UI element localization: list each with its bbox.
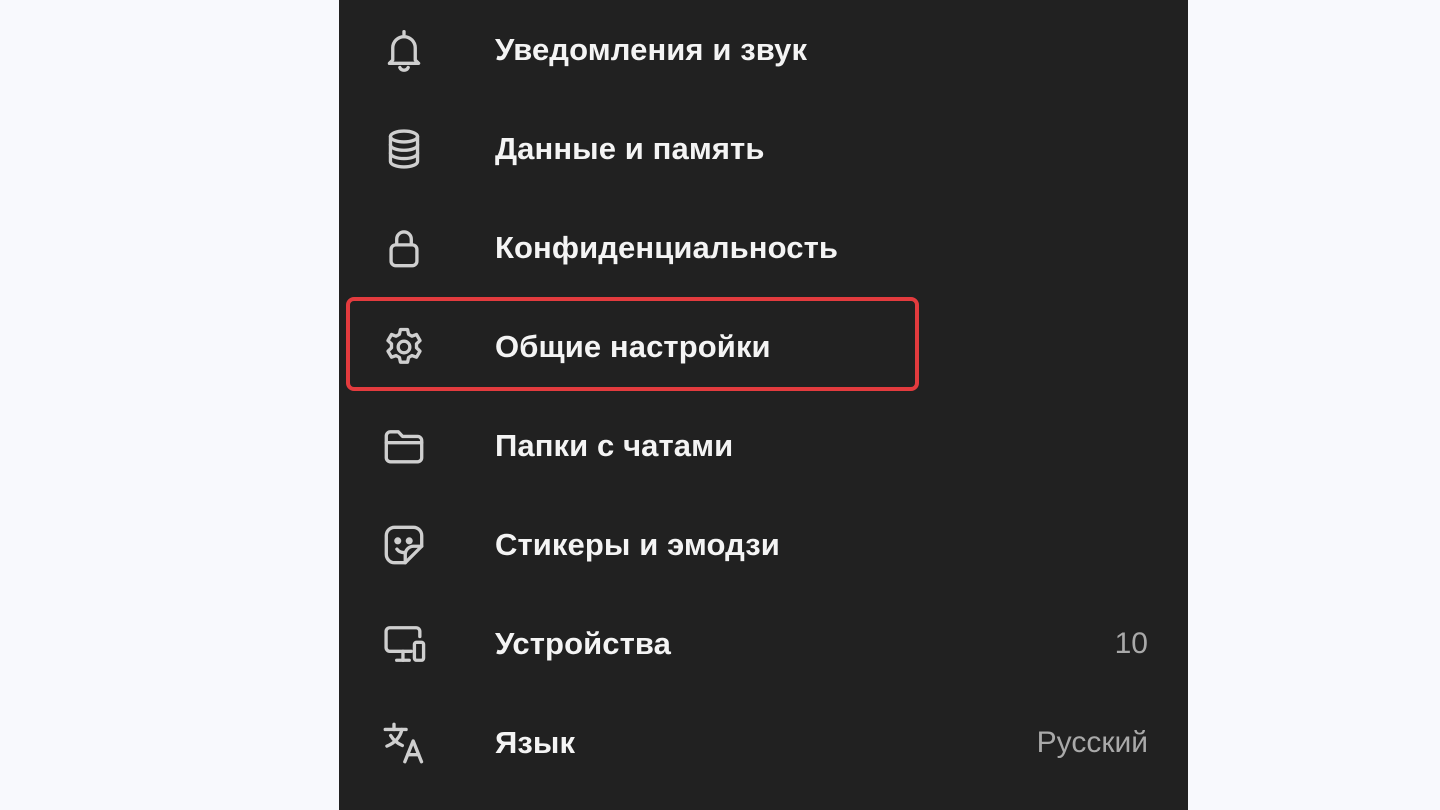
menu-item-label: Устройства	[495, 625, 671, 661]
bell-icon	[379, 25, 429, 75]
folder-icon	[379, 421, 429, 471]
settings-panel: Уведомления и звук Данные и память Конфи…	[339, 0, 1188, 810]
gear-icon	[379, 322, 429, 372]
menu-item-devices[interactable]: Устройства 10	[339, 594, 1188, 693]
menu-item-chat-folders[interactable]: Папки с чатами	[339, 396, 1188, 495]
menu-item-label: Язык	[495, 724, 576, 760]
menu-item-label: Уведомления и звук	[495, 31, 808, 67]
devices-count: 10	[1114, 626, 1148, 660]
menu-item-label: Папки с чатами	[495, 427, 734, 463]
database-icon	[379, 124, 429, 174]
menu-item-label: Данные и память	[495, 130, 765, 166]
devices-icon	[379, 619, 429, 669]
menu-item-label: Общие настройки	[495, 328, 771, 364]
menu-item-stickers-emoji[interactable]: Стикеры и эмодзи	[339, 495, 1188, 594]
menu-item-label: Конфиденциальность	[495, 229, 839, 265]
menu-item-language[interactable]: Язык Русский	[339, 693, 1188, 792]
translate-icon	[379, 718, 429, 768]
menu-item-privacy[interactable]: Конфиденциальность	[339, 198, 1188, 297]
menu-item-data-storage[interactable]: Данные и память	[339, 99, 1188, 198]
menu-item-notifications[interactable]: Уведомления и звук	[339, 0, 1188, 99]
menu-item-general-settings[interactable]: Общие настройки	[339, 297, 1188, 396]
sticker-icon	[379, 520, 429, 570]
lock-icon	[379, 223, 429, 273]
menu-item-label: Стикеры и эмодзи	[495, 526, 780, 562]
language-value: Русский	[1036, 725, 1148, 759]
